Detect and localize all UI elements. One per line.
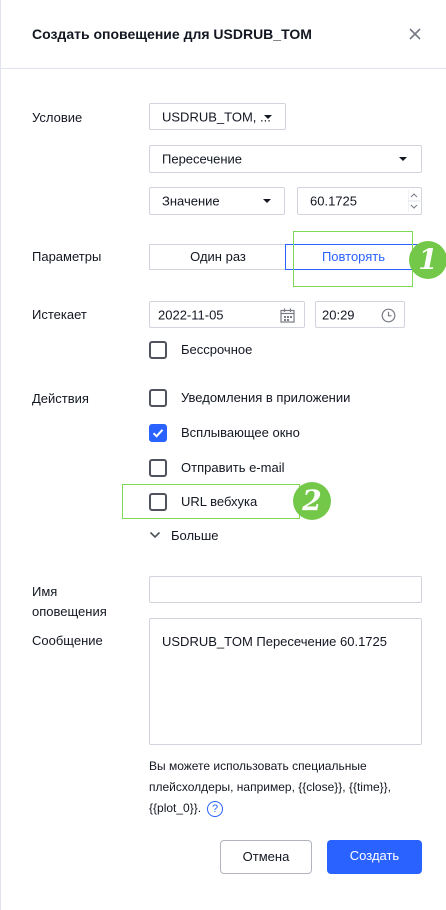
cancel-button[interactable]: Отмена	[220, 840, 312, 874]
params-label: Параметры	[32, 249, 102, 264]
operator-select[interactable]: Пересечение	[149, 145, 422, 173]
value-input-text: 60.1725	[310, 193, 357, 209]
hint-text: Вы можете использовать специальные плейс…	[149, 759, 391, 815]
unlimited-label: Бессрочное	[181, 342, 253, 357]
date-input[interactable]: 2022-11-05	[149, 301, 305, 328]
highlight-box-1	[293, 231, 413, 287]
in-app-notification-checkbox[interactable]	[149, 389, 167, 407]
symbol-select[interactable]: USDRUB_TOM, ...	[149, 103, 286, 130]
clock-icon[interactable]	[381, 308, 396, 323]
in-app-notification-label: Уведомления в приложении	[181, 390, 351, 405]
chevron-down-icon	[264, 114, 272, 119]
chevron-down-icon	[399, 157, 407, 161]
close-icon[interactable]	[405, 24, 425, 44]
email-label: Отправить e-mail	[181, 460, 285, 475]
time-input[interactable]: 20:29	[315, 301, 405, 328]
alert-name-label: Имя оповещения	[32, 584, 107, 619]
chevron-down-icon[interactable]	[149, 530, 161, 540]
alert-dialog: Создать оповещение для USDRUB_TOM Услови…	[0, 0, 446, 910]
unlimited-checkbox[interactable]	[149, 341, 167, 359]
popup-checkbox[interactable]	[149, 424, 167, 442]
dialog-title: Создать оповещение для USDRUB_TOM	[32, 26, 312, 42]
value-input[interactable]: 60.1725	[297, 187, 422, 215]
create-button[interactable]: Создать	[327, 840, 422, 874]
date-value: 2022-11-05	[158, 307, 224, 322]
actions-label: Действия	[32, 391, 89, 406]
help-icon[interactable]: ?	[207, 800, 224, 817]
condition-label: Условие	[32, 110, 83, 125]
value-type-value: Значение	[162, 193, 220, 209]
message-label: Сообщение	[32, 633, 103, 648]
once-option[interactable]: Один раз	[149, 244, 286, 270]
chevron-down-icon	[263, 199, 271, 203]
time-value: 20:29	[322, 307, 355, 322]
annotation-badge-2: 2	[293, 482, 331, 520]
message-value: USDRUB_TOM Пересечение 60.1725	[162, 634, 387, 649]
highlight-box-2	[122, 484, 300, 519]
calendar-icon[interactable]	[280, 308, 295, 323]
placeholder-hint: Вы можете использовать специальные плейс…	[149, 756, 419, 819]
alert-name-input[interactable]	[149, 576, 422, 603]
expires-label: Истекает	[32, 307, 87, 322]
annotation-badge-1: 1	[409, 241, 446, 279]
message-textarea[interactable]: USDRUB_TOM Пересечение 60.1725	[149, 618, 422, 745]
email-checkbox[interactable]	[149, 459, 167, 477]
value-type-select[interactable]: Значение	[149, 187, 285, 215]
checkmark-icon	[152, 429, 164, 438]
symbol-value: USDRUB_TOM, ...	[162, 109, 271, 124]
stepper-icon[interactable]	[408, 190, 420, 212]
more-link[interactable]: Больше	[171, 528, 219, 543]
header-divider	[1, 68, 446, 69]
operator-value: Пересечение	[162, 151, 243, 167]
popup-label: Всплывающее окно	[181, 425, 300, 440]
